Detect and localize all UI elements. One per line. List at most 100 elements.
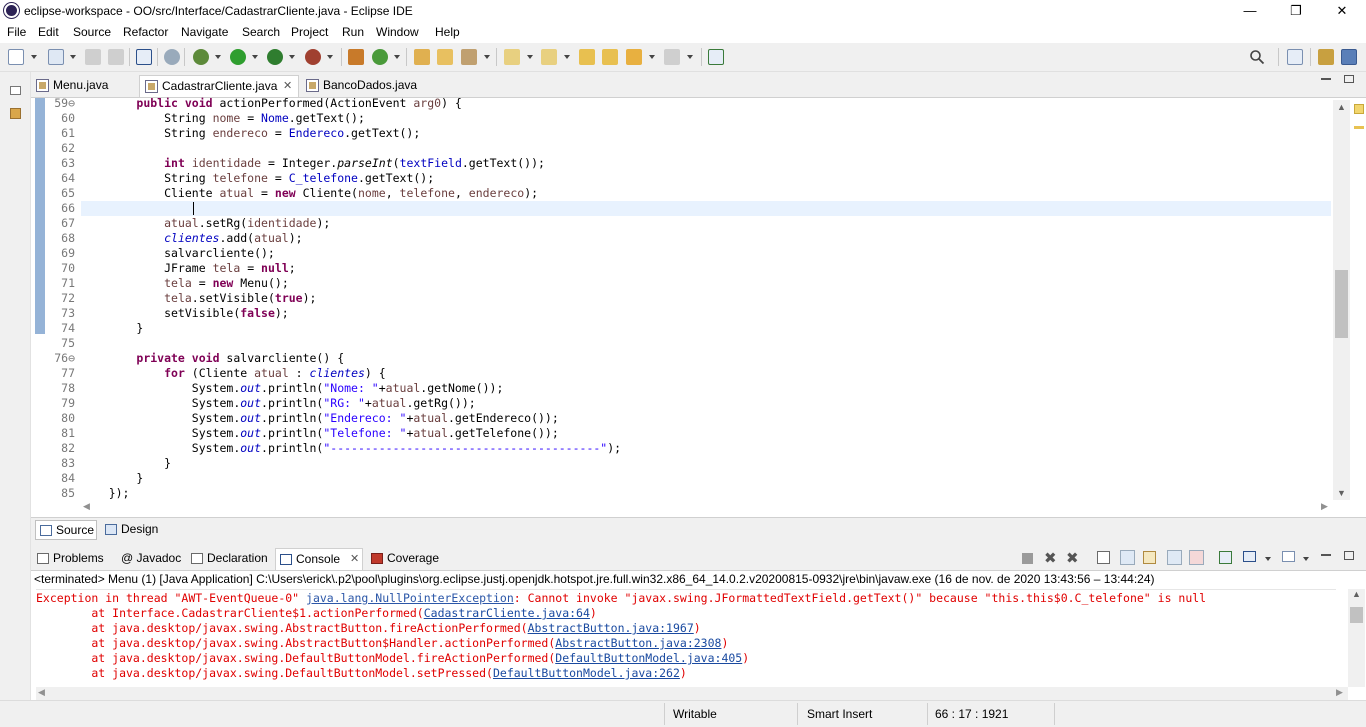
forward-history-icon[interactable] (602, 49, 618, 65)
scroll-lock-icon[interactable] (1120, 550, 1135, 565)
scroll-right-icon[interactable]: ▶ (1321, 501, 1328, 512)
scroll-up-icon[interactable]: ▲ (1348, 589, 1365, 599)
last-edit-location-icon[interactable] (579, 49, 595, 65)
skip-breakpoints-icon[interactable] (164, 49, 180, 65)
scrollbar-thumb[interactable] (1335, 270, 1348, 338)
insert-mode-status[interactable]: Smart Insert (807, 707, 872, 721)
code-line[interactable]: private void salvarcliente() { (81, 351, 344, 366)
close-tab-icon[interactable]: ✕ (283, 76, 292, 96)
close-button[interactable]: ✕ (1319, 0, 1365, 22)
external-tools-icon[interactable] (305, 49, 321, 65)
menu-navigate[interactable]: Navigate (181, 25, 228, 39)
external-tools-dropdown-icon[interactable] (327, 55, 333, 59)
stack-trace-link[interactable]: java.lang.NullPointerException (306, 591, 514, 605)
new-java-package-icon[interactable] (348, 49, 364, 65)
code-line[interactable]: String telefone = C_telefone.getText(); (81, 171, 434, 186)
next-annotation-dropdown-icon[interactable] (527, 55, 533, 59)
java-ee-perspective-icon[interactable] (1318, 49, 1334, 65)
new-project-icon[interactable] (48, 49, 64, 65)
search-icon[interactable] (1249, 49, 1265, 65)
new-java-class-icon[interactable] (372, 49, 388, 65)
code-line[interactable]: System.out.println("--------------------… (81, 441, 621, 456)
show-stdout-icon[interactable] (1167, 550, 1182, 565)
code-line[interactable]: String endereco = Endereco.getText(); (81, 126, 420, 141)
code-line[interactable]: JFrame tela = null; (81, 261, 296, 276)
menu-file[interactable]: File (7, 25, 26, 39)
save-all-icon[interactable] (108, 49, 124, 65)
restore-button[interactable]: ❐ (1273, 0, 1319, 22)
code-line[interactable]: atual.setRg(identidade); (81, 216, 330, 231)
console-horizontal-scrollbar[interactable]: ◀ ▶ (36, 687, 1348, 701)
open-console-icon[interactable] (1282, 551, 1295, 562)
editor-vertical-scrollbar[interactable]: ▲ ▼ (1333, 100, 1350, 500)
tab-problems[interactable]: Problems (33, 548, 113, 570)
search-tool-icon[interactable] (461, 49, 477, 65)
java-perspective-icon[interactable] (1341, 49, 1357, 65)
code-line[interactable]: int identidade = Integer.parseInt(textFi… (81, 156, 545, 171)
scroll-left-icon[interactable]: ◀ (38, 687, 45, 698)
previous-annotation-icon[interactable] (541, 49, 557, 65)
stack-trace-link[interactable]: AbstractButton.java:2308 (555, 636, 721, 650)
new-class-dropdown-icon[interactable] (394, 55, 400, 59)
open-type-icon[interactable] (414, 49, 430, 65)
console-output[interactable]: Exception in thread "AWT-EventQueue-0" j… (36, 589, 1336, 685)
stack-trace-link[interactable]: CadastrarCliente.java:64 (424, 606, 590, 620)
display-console-icon[interactable] (1243, 551, 1256, 562)
previous-annotation-dropdown-icon[interactable] (564, 55, 570, 59)
save-icon[interactable] (85, 49, 101, 65)
scroll-down-icon[interactable]: ▼ (1333, 486, 1350, 500)
run-icon[interactable] (230, 49, 246, 65)
stack-trace-link[interactable]: DefaultButtonModel.java:405 (555, 651, 742, 665)
code-line[interactable]: for (Cliente atual : clientes) { (81, 366, 386, 381)
code-line[interactable]: setVisible(false); (81, 306, 289, 321)
tab-console[interactable]: Console ✕ (275, 548, 363, 570)
menu-search[interactable]: Search (242, 25, 280, 39)
code-line[interactable]: System.out.println("Telefone: "+atual.ge… (81, 426, 559, 441)
coverage-icon[interactable] (267, 49, 283, 65)
tab-source[interactable]: Source (35, 520, 97, 540)
stack-trace-link[interactable]: AbstractButton.java:1967 (528, 621, 694, 635)
pin-console-icon[interactable] (1219, 551, 1232, 564)
package-explorer-icon[interactable] (10, 108, 21, 119)
open-perspective-icon[interactable] (1287, 49, 1303, 65)
word-wrap-icon[interactable] (1143, 551, 1156, 564)
terminate-icon[interactable] (1022, 553, 1033, 564)
editor-horizontal-scrollbar[interactable]: ◀ ▶ (81, 501, 1331, 515)
minimize-editor-icon[interactable] (1321, 78, 1331, 80)
new-project-dropdown-icon[interactable] (70, 55, 76, 59)
menu-refactor[interactable]: Refactor (123, 25, 168, 39)
code-line[interactable]: clientes.add(atual); (81, 231, 303, 246)
pin-editor-icon[interactable] (708, 49, 724, 65)
tab-cadastrarcliente-java[interactable]: CadastrarCliente.java ✕ (139, 75, 299, 97)
tab-coverage[interactable]: Coverage (367, 548, 447, 570)
menu-help[interactable]: Help (435, 25, 460, 39)
code-line[interactable]: String nome = Nome.getText(); (81, 111, 365, 126)
forward-arrow-icon[interactable] (664, 49, 680, 65)
code-line[interactable]: } (81, 456, 171, 471)
console-vertical-scrollbar[interactable]: ▲ (1348, 589, 1365, 687)
tab-design[interactable]: Design (101, 520, 161, 540)
search-dropdown-icon[interactable] (484, 55, 490, 59)
run-dropdown-icon[interactable] (252, 55, 258, 59)
next-annotation-icon[interactable] (504, 49, 520, 65)
open-console-dropdown-icon[interactable] (1303, 557, 1309, 561)
code-line[interactable]: System.out.println("RG: "+atual.getRg())… (81, 396, 476, 411)
menu-project[interactable]: Project (291, 25, 328, 39)
scrollbar-thumb[interactable] (1350, 607, 1363, 623)
open-task-icon[interactable] (437, 49, 453, 65)
code-line[interactable]: } (81, 471, 143, 486)
remove-all-terminated-icon[interactable]: ✖ (1066, 549, 1079, 567)
coverage-dropdown-icon[interactable] (289, 55, 295, 59)
debug-icon[interactable] (193, 49, 209, 65)
code-line[interactable]: }); (81, 486, 130, 501)
terminal-icon[interactable] (136, 49, 152, 65)
menu-run[interactable]: Run (342, 25, 364, 39)
debug-dropdown-icon[interactable] (215, 55, 221, 59)
occurrence-marker[interactable] (1354, 126, 1364, 129)
code-editor[interactable]: 59⊖ 60 61 62 63 64 65 66 67 68 69 70 71 72 73 74 75 76⊖ 77… (31, 96, 1366, 518)
overview-ruler[interactable] (1351, 98, 1366, 518)
scroll-up-icon[interactable]: ▲ (1333, 100, 1350, 114)
tab-javadoc[interactable]: @ Javadoc (115, 548, 185, 570)
minimize-button[interactable]: — (1227, 0, 1273, 22)
scroll-right-icon[interactable]: ▶ (1336, 687, 1343, 698)
